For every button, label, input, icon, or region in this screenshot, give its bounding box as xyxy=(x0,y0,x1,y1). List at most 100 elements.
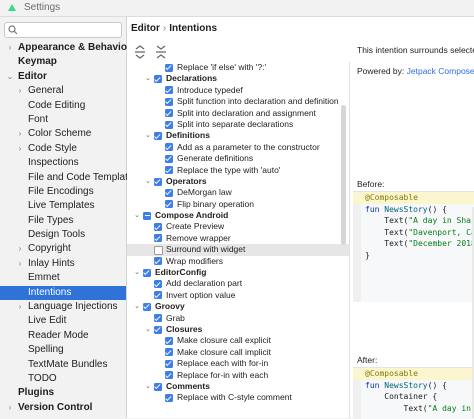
tree-row[interactable]: Split into separate declarations xyxy=(127,119,349,130)
sidebar-item-code-style[interactable]: › Code Style xyxy=(0,142,126,156)
sidebar-item-reader-mode[interactable]: Reader Mode xyxy=(0,329,126,343)
tree-group-row[interactable]: ⌄ Comments xyxy=(127,381,349,392)
intention-checkbox[interactable] xyxy=(165,371,173,380)
intention-checkbox[interactable] xyxy=(165,86,173,95)
tree-row[interactable]: Replace the type with 'auto' xyxy=(127,165,349,176)
intention-checkbox[interactable] xyxy=(154,382,162,391)
tree-row[interactable]: Replace with C-style comment xyxy=(127,392,349,403)
chevron-down-icon[interactable]: ⌄ xyxy=(6,70,14,84)
intention-checkbox[interactable] xyxy=(154,325,162,334)
tree-row[interactable]: Split function into declaration and defi… xyxy=(127,96,349,107)
sidebar-item-todo[interactable]: TODO xyxy=(0,372,126,386)
intention-checkbox[interactable] xyxy=(165,109,173,118)
intention-checkbox[interactable] xyxy=(165,200,173,209)
sidebar-item-file-encodings[interactable]: File Encodings xyxy=(0,185,126,199)
tree-group-row[interactable]: ⌄ Closures xyxy=(127,324,349,335)
chevron-down-icon[interactable]: ⌄ xyxy=(144,176,152,187)
chevron-right-icon[interactable]: › xyxy=(16,142,24,156)
tree-group-row[interactable]: ⌄ Operators xyxy=(127,176,349,187)
tree-row[interactable]: Invert option value xyxy=(127,290,349,301)
intention-checkbox[interactable] xyxy=(154,131,162,140)
chevron-right-icon[interactable]: › xyxy=(16,84,24,98)
intention-checkbox[interactable] xyxy=(154,291,162,300)
collapse-all-icon[interactable] xyxy=(154,45,168,59)
sidebar-item-textmate-bundles[interactable]: TextMate Bundles xyxy=(0,358,126,372)
intention-checkbox[interactable] xyxy=(154,234,162,243)
sidebar-item-appearance-behavior[interactable]: › Appearance & Behavior xyxy=(0,41,131,55)
intention-checkbox[interactable] xyxy=(165,166,173,175)
intention-checkbox[interactable] xyxy=(154,177,162,186)
intention-checkbox[interactable] xyxy=(154,280,162,289)
sidebar-item-code-editing[interactable]: Code Editing xyxy=(0,99,126,113)
breadcrumb-editor[interactable]: Editor xyxy=(131,23,160,34)
intention-checkbox[interactable] xyxy=(165,348,173,357)
sidebar-item-live-edit[interactable]: Live Edit xyxy=(0,314,126,328)
tree-group-row[interactable]: ⌄ Declarations xyxy=(127,73,349,84)
intention-checkbox[interactable] xyxy=(165,393,173,402)
intention-checkbox[interactable] xyxy=(165,143,173,152)
intention-checkbox[interactable] xyxy=(165,120,173,129)
tree-group-row[interactable]: ⌄ Compose Android xyxy=(127,210,349,221)
sidebar-item-inlay-hints[interactable]: › Inlay Hints xyxy=(0,257,126,271)
tree-scrollbar[interactable] xyxy=(341,105,346,245)
tree-row[interactable]: DeMorgan law xyxy=(127,187,349,198)
chevron-right-icon[interactable]: › xyxy=(6,401,14,415)
intention-checkbox[interactable] xyxy=(143,268,151,277)
sidebar-item-live-templates[interactable]: Live Templates xyxy=(0,199,126,213)
sidebar-item-copyright[interactable]: › Copyright xyxy=(0,242,126,256)
sidebar-item-general[interactable]: › General xyxy=(0,84,126,98)
tree-row[interactable]: Add as a parameter to the constructor xyxy=(127,142,349,153)
sidebar-item-intentions[interactable]: Intentions xyxy=(0,285,126,301)
intention-checkbox[interactable] xyxy=(154,74,162,83)
intention-checkbox[interactable] xyxy=(154,245,163,255)
chevron-down-icon[interactable]: ⌄ xyxy=(144,324,152,335)
tree-row[interactable]: Create Preview xyxy=(127,221,349,232)
tree-row[interactable]: Introduce typedef xyxy=(127,85,349,96)
expand-all-icon[interactable] xyxy=(133,45,147,59)
tree-row[interactable]: Generate definitions xyxy=(127,153,349,164)
tree-row[interactable]: Surround with widget xyxy=(127,244,349,256)
chevron-down-icon[interactable]: ⌄ xyxy=(133,267,141,278)
compose-plugin-link[interactable]: Jetpack Compose xyxy=(407,66,474,76)
chevron-down-icon[interactable]: ⌄ xyxy=(133,210,141,221)
tree-row[interactable]: Split into declaration and assignment xyxy=(127,108,349,119)
chevron-right-icon[interactable]: › xyxy=(16,127,24,141)
intention-checkbox[interactable] xyxy=(143,302,151,311)
chevron-right-icon[interactable]: › xyxy=(16,257,24,271)
search-box[interactable] xyxy=(4,22,122,38)
tree-row[interactable]: Replace 'if else' with '?:' xyxy=(127,62,349,73)
sidebar-item-color-scheme[interactable]: › Color Scheme xyxy=(0,127,126,141)
tree-group-row[interactable]: ⌄ Definitions xyxy=(127,130,349,141)
sidebar-item-file-types[interactable]: File Types xyxy=(0,214,126,228)
intention-checkbox[interactable] xyxy=(154,257,162,266)
intention-checkbox[interactable] xyxy=(165,97,173,106)
intention-checkbox[interactable] xyxy=(154,223,162,232)
intention-checkbox[interactable] xyxy=(143,211,151,220)
chevron-down-icon[interactable]: ⌄ xyxy=(144,381,152,392)
tree-row[interactable]: Make closure call explicit xyxy=(127,335,349,346)
chevron-down-icon[interactable]: ⌄ xyxy=(133,301,141,312)
tree-row[interactable]: Remove wrapper xyxy=(127,233,349,244)
tree-group-row[interactable]: ⌄ Groovy xyxy=(127,301,349,312)
sidebar-item-design-tools[interactable]: Design Tools xyxy=(0,228,126,242)
intention-checkbox[interactable] xyxy=(165,188,173,197)
tree-row[interactable]: Flip binary operation xyxy=(127,199,349,210)
sidebar-item-inspections[interactable]: Inspections xyxy=(0,156,126,170)
sidebar-item-emmet[interactable]: Emmet xyxy=(0,271,126,285)
tree-row[interactable]: Wrap modifiers xyxy=(127,256,349,267)
tree-row[interactable]: Grab xyxy=(127,313,349,324)
sidebar-item-version-control[interactable]: › Version Control xyxy=(0,401,126,415)
tree-row[interactable]: Make closure call implicit xyxy=(127,347,349,358)
intention-checkbox[interactable] xyxy=(165,336,173,345)
sidebar-item-editor[interactable]: ⌄ Editor xyxy=(0,70,126,84)
chevron-down-icon[interactable]: ⌄ xyxy=(144,130,152,141)
intention-checkbox[interactable] xyxy=(165,63,173,72)
intention-checkbox[interactable] xyxy=(165,359,173,368)
tree-group-row[interactable]: ⌄ EditorConfig xyxy=(127,267,349,278)
sidebar-item-spelling[interactable]: Spelling xyxy=(0,343,126,357)
sidebar-item-keymap[interactable]: Keymap xyxy=(0,55,126,69)
chevron-down-icon[interactable]: ⌄ xyxy=(144,73,152,84)
search-input[interactable] xyxy=(21,23,117,37)
sidebar-item-language-injections[interactable]: › Language Injections xyxy=(0,300,126,314)
tree-row[interactable]: Replace each with for-in xyxy=(127,358,349,369)
